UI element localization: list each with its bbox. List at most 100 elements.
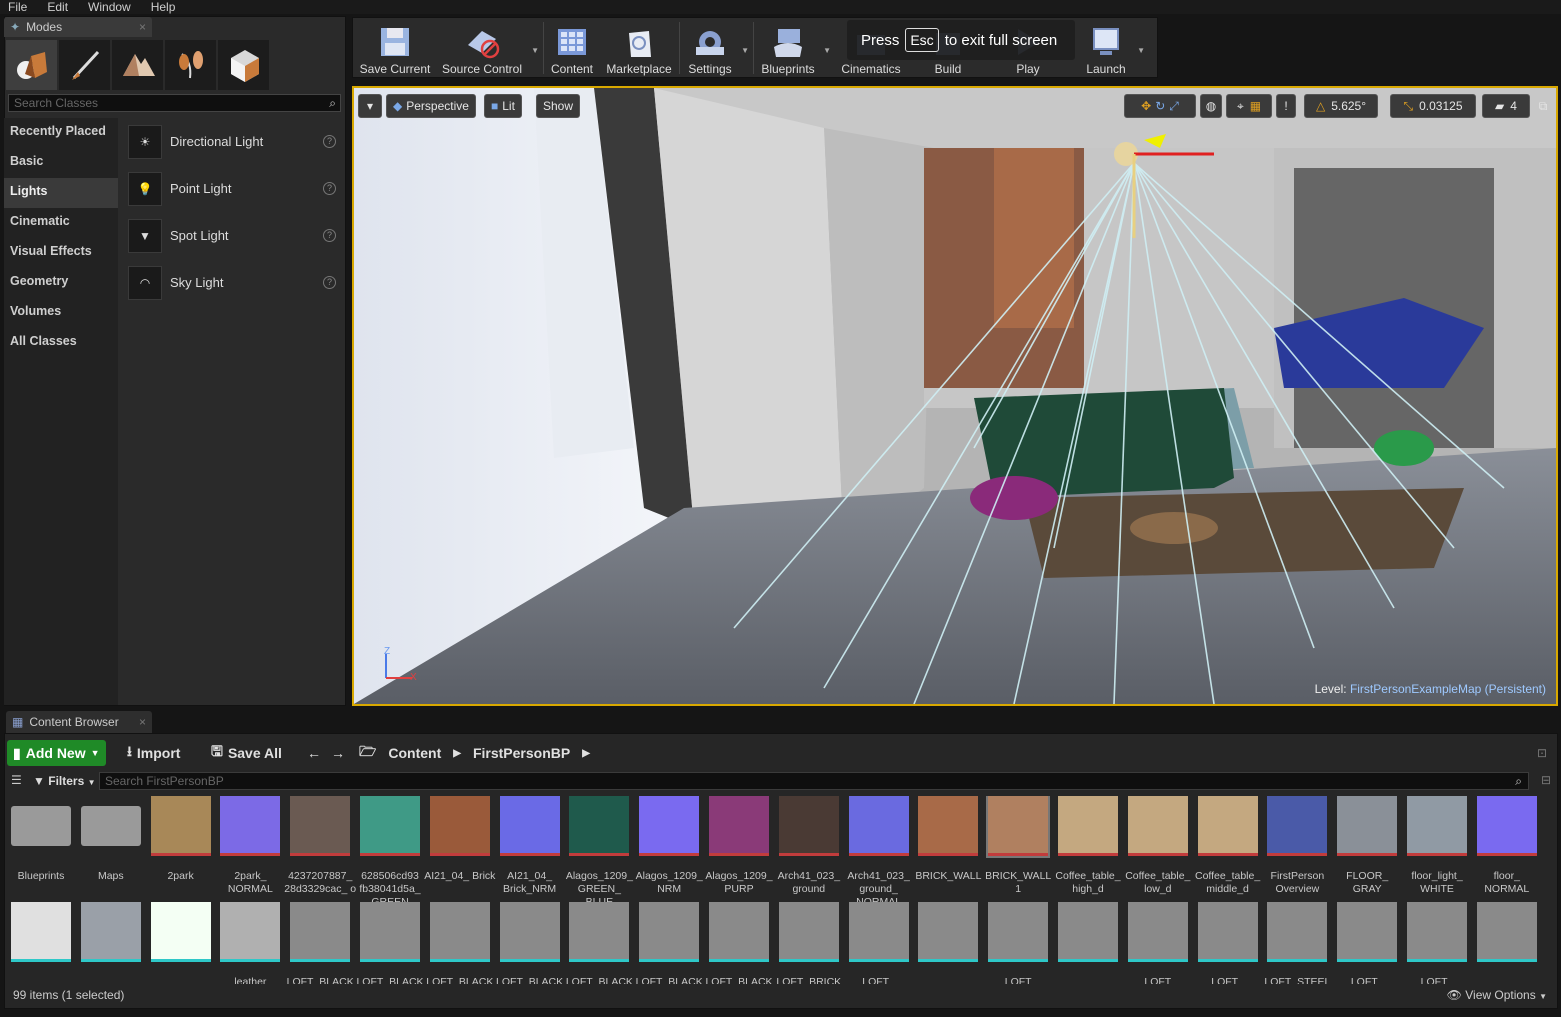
light-item-point[interactable]: 💡 Point Light ?	[122, 165, 344, 212]
save-current-button[interactable]: Save Current	[357, 20, 433, 76]
scale-snap[interactable]: ⤡ 0.03125	[1390, 94, 1476, 118]
launch-button[interactable]: Launch ▼	[1081, 20, 1145, 76]
asset-tile[interactable]	[149, 902, 213, 976]
rotate-icon[interactable]: ↻	[1155, 99, 1165, 113]
close-icon[interactable]: ×	[139, 20, 146, 34]
asset-tile[interactable]: AI21_04_ Brick_NRM	[498, 796, 562, 896]
sources-toggle-icon[interactable]: ☰	[11, 773, 22, 787]
menu-file[interactable]: File	[8, 0, 27, 14]
blueprints-button[interactable]: Blueprints ▼	[759, 20, 831, 76]
modes-tab[interactable]: ✦ Modes ×	[4, 17, 152, 37]
asset-tile[interactable]: floor_light_ WHITE	[1405, 796, 1469, 896]
asset-tile[interactable]: Alagos_1209_ NRM	[636, 796, 703, 896]
category-basic[interactable]: Basic	[4, 148, 118, 178]
level-viewport[interactable]: ▾ ◆ Perspective ■ Lit Show ✥ ↻ ⤢ ◍ ⌖ ▦ !…	[352, 86, 1558, 706]
category-all-classes[interactable]: All Classes	[4, 328, 118, 358]
foliage-mode-button[interactable]	[165, 40, 216, 90]
asset-tile[interactable]: LOFT	[1126, 902, 1190, 984]
menu-window[interactable]: Window	[88, 0, 131, 14]
menu-help[interactable]: Help	[151, 0, 176, 14]
scale-icon[interactable]: ⤢	[1169, 99, 1179, 114]
chevron-down-icon[interactable]: ▼	[823, 46, 831, 55]
help-icon[interactable]: ?	[323, 229, 336, 242]
settings-button[interactable]: Settings ▼	[685, 20, 749, 76]
show-button[interactable]: Show	[536, 94, 581, 118]
asset-tile[interactable]	[9, 902, 73, 976]
filters-button[interactable]: ▼ Filters ▼	[33, 772, 96, 790]
viewport-options-button[interactable]: ▾	[358, 94, 382, 118]
asset-tile[interactable]: FLOOR_ GRAY	[1335, 796, 1399, 896]
import-button[interactable]: ⭳ Import	[127, 740, 180, 766]
asset-tile[interactable]	[916, 902, 980, 976]
asset-tile[interactable]: 2park	[149, 796, 213, 883]
asset-tile[interactable]: leather	[218, 902, 282, 984]
content-search-input[interactable]: Search FirstPersonBP ⌕	[99, 772, 1529, 790]
asset-tile[interactable]: floor_ NORMAL	[1475, 796, 1539, 896]
category-volumes[interactable]: Volumes	[4, 298, 118, 328]
chevron-down-icon[interactable]: ▼	[1137, 46, 1145, 55]
category-geometry[interactable]: Geometry	[4, 268, 118, 298]
geometry-mode-button[interactable]	[218, 40, 269, 90]
landscape-mode-button[interactable]	[112, 40, 163, 90]
asset-tile[interactable]: LOFT_	[1196, 902, 1260, 984]
breadcrumb-firstpersonbp[interactable]: FirstPersonBP	[473, 745, 570, 761]
camera-speed[interactable]: ▰ 4	[1482, 94, 1530, 118]
lit-button[interactable]: ■ Lit	[484, 94, 522, 118]
paint-mode-button[interactable]	[59, 40, 110, 90]
save-all-button[interactable]: 🖫 Save All	[211, 740, 282, 766]
menu-edit[interactable]: Edit	[47, 0, 68, 14]
asset-tile[interactable]: LOFT_	[1405, 902, 1469, 984]
content-browser-tab[interactable]: ▦ Content Browser ×	[6, 711, 152, 733]
chevron-right-icon[interactable]: ▶	[453, 748, 461, 759]
asset-tile[interactable]: Coffee_table_ middle_d	[1195, 796, 1260, 896]
asset-tile[interactable]: LOFT_BLACK	[705, 902, 773, 984]
light-item-directional[interactable]: ☀ Directional Light ?	[122, 118, 344, 165]
asset-tile[interactable]: LOFT_	[1335, 902, 1399, 984]
asset-tile[interactable]: BRICK_WALL 1	[985, 796, 1051, 896]
help-icon[interactable]: ?	[323, 182, 336, 195]
asset-tile[interactable]: 628506cd93 fb38041d5a_ GREEN	[358, 796, 422, 909]
breadcrumb-content[interactable]: Content	[388, 745, 441, 761]
grid-size-icon[interactable]: !	[1276, 94, 1296, 118]
marketplace-button[interactable]: Marketplace	[603, 20, 675, 76]
chevron-right-icon[interactable]: ▶	[582, 748, 590, 759]
category-lights[interactable]: Lights	[4, 178, 118, 208]
add-new-button[interactable]: ▮ Add New ▼	[7, 740, 106, 766]
chevron-down-icon[interactable]: ▼	[741, 46, 749, 55]
asset-tile[interactable]: LOFT_BLACK	[287, 902, 354, 984]
surface-snap-icon[interactable]: ⌖	[1237, 99, 1244, 114]
translate-icon[interactable]: ✥	[1141, 99, 1151, 113]
close-icon[interactable]: ×	[139, 715, 146, 729]
asset-tile[interactable]: LOFT_BLACK	[496, 902, 563, 984]
back-arrow-icon[interactable]: ←	[307, 745, 321, 761]
asset-tile[interactable]: LOFT_BLACK	[566, 902, 633, 984]
category-cinematic[interactable]: Cinematic	[4, 208, 118, 238]
asset-tile[interactable]: Coffee_table_ high_d	[1055, 796, 1121, 896]
asset-tile[interactable]: 2park_ NORMAL	[218, 796, 282, 896]
asset-tile[interactable]: Maps	[79, 796, 143, 883]
asset-tile[interactable]: Arch41_023_ ground_ NORMAL	[847, 796, 911, 909]
maximize-icon[interactable]: ⧉	[1536, 94, 1550, 118]
help-icon[interactable]: ?	[323, 135, 336, 148]
asset-tile[interactable]: LOFT_STEEL	[1264, 902, 1330, 984]
asset-tile[interactable]: LOFT_BLACK	[426, 902, 493, 984]
asset-tile[interactable]: 4237207887_ 28d3329cac_ o	[284, 796, 356, 896]
asset-tile[interactable]: LOFT_BLACK	[636, 902, 703, 984]
rotation-snap[interactable]: △ 5.625°	[1304, 94, 1378, 118]
lock-icon[interactable]: ⊡	[1537, 746, 1547, 760]
help-icon[interactable]: ?	[323, 276, 336, 289]
asset-tile[interactable]: LOFT_BLACK	[356, 902, 424, 984]
asset-tile[interactable]	[79, 902, 143, 976]
place-mode-button[interactable]	[6, 40, 57, 90]
content-button[interactable]: Content	[549, 20, 595, 76]
asset-tile[interactable]: Coffee_table_ low_d	[1125, 796, 1190, 896]
asset-tile[interactable]: AI21_04_ Brick	[424, 796, 495, 883]
asset-tile[interactable]: Blueprints	[9, 796, 73, 883]
world-coordinate-icon[interactable]: ◍	[1200, 94, 1222, 118]
asset-tile[interactable]: Arch41_023_ ground	[777, 796, 841, 896]
light-item-sky[interactable]: ◠ Sky Light ?	[122, 259, 344, 306]
light-item-spot[interactable]: ▼ Spot Light ?	[122, 212, 344, 259]
chevron-down-icon[interactable]: ▼	[531, 46, 539, 55]
category-visual-effects[interactable]: Visual Effects	[4, 238, 118, 268]
asset-tile[interactable]: LOFT	[986, 902, 1050, 984]
